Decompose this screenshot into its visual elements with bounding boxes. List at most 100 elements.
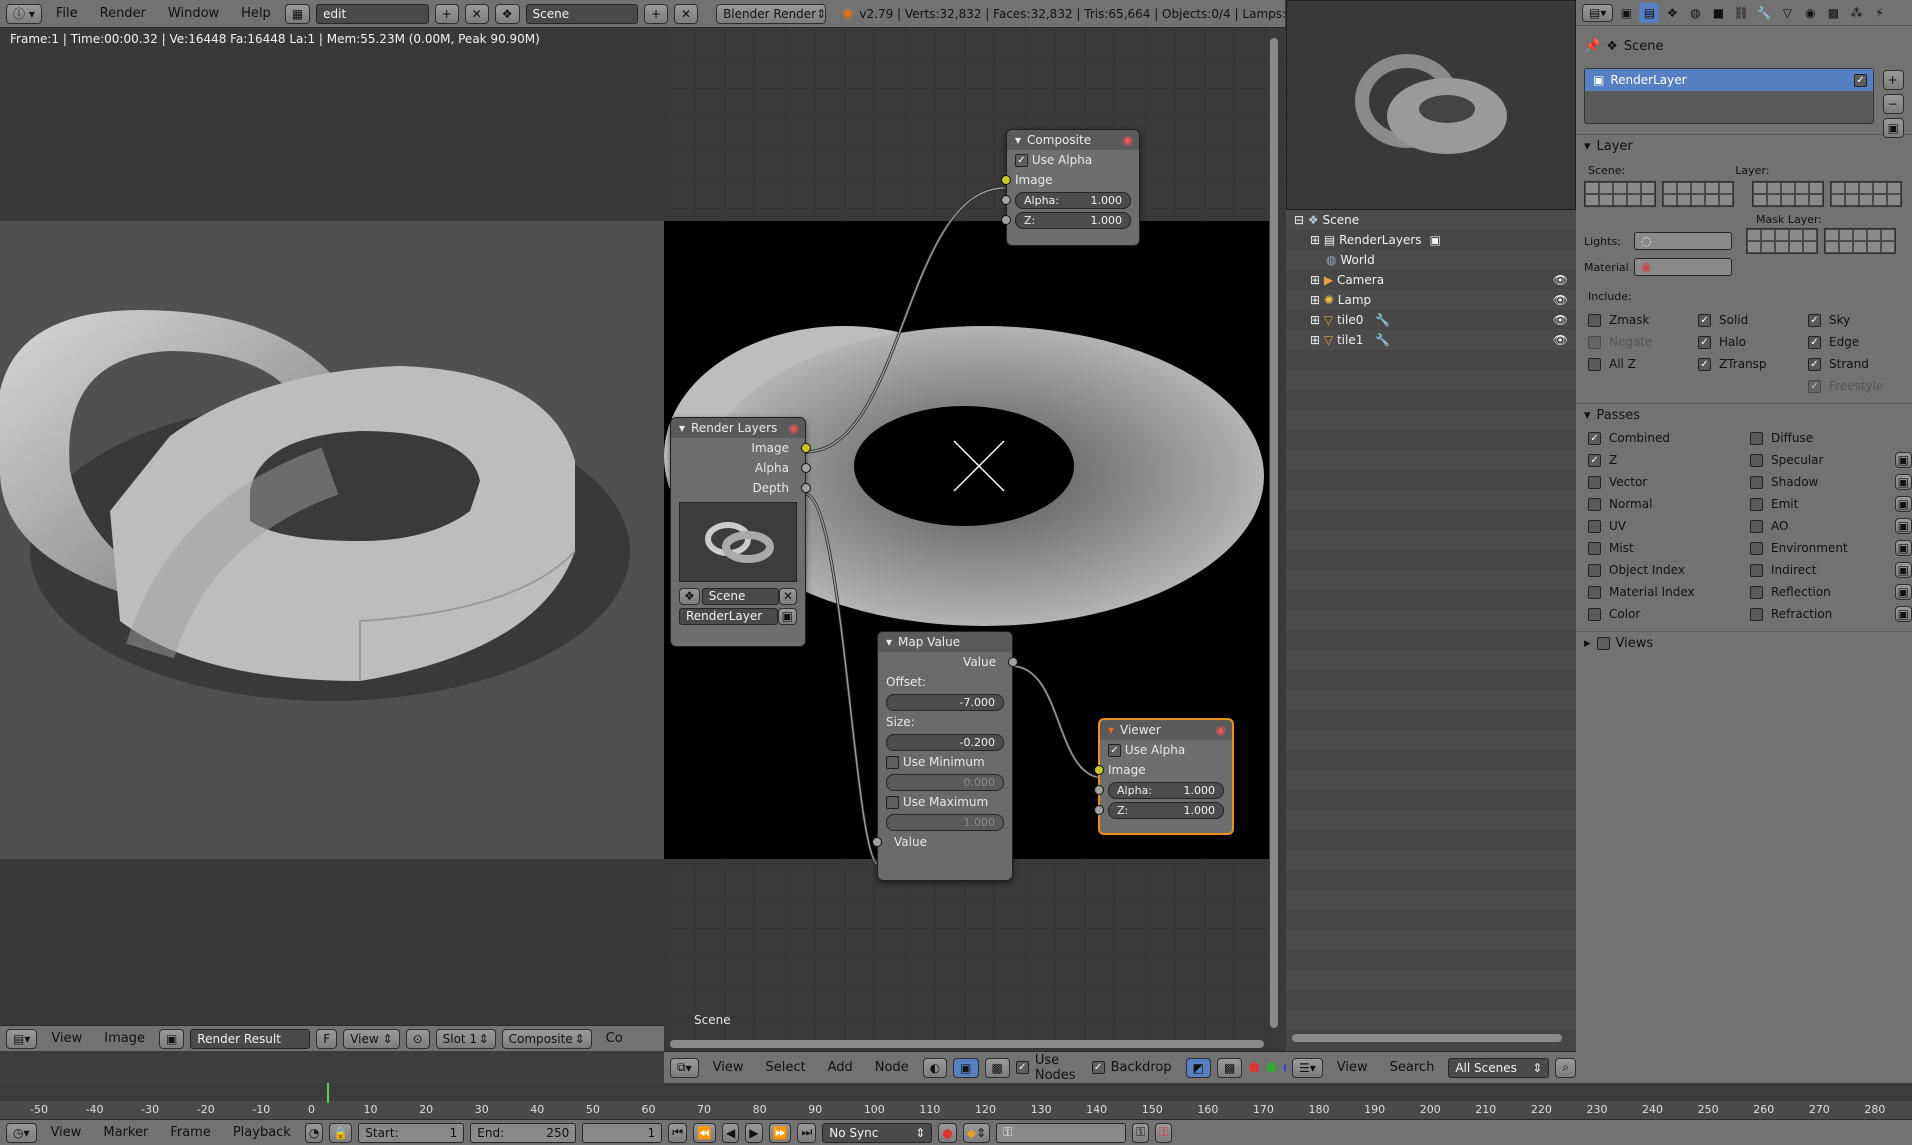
scene-layer-grid-b[interactable] [1662,181,1734,207]
menu-frame[interactable]: Frame [162,1125,219,1140]
use-min-row[interactable]: Use Minimum [878,752,1012,772]
use-max-row[interactable]: Use Maximum [878,792,1012,812]
sky-checkbox[interactable] [1808,313,1821,327]
exclude-pass-button[interactable]: ▣ [1894,584,1912,600]
alpha-field[interactable]: Alpha: 1.000 [1015,191,1131,209]
menu-window[interactable]: Window [160,6,227,21]
include-all-z[interactable]: All Z [1588,353,1698,375]
pass-environment[interactable]: Environment ▣ [1750,537,1912,559]
play-reverse-button[interactable]: ◀ [722,1122,740,1143]
expand-plus-icon[interactable]: ⊞ [1310,273,1320,287]
emit-checkbox[interactable] [1750,497,1763,511]
visibility-eye-icon[interactable]: 👁 [1553,313,1568,327]
exclude-pass-button[interactable]: ▣ [1894,540,1912,556]
fake-user-button[interactable]: F [316,1028,338,1049]
current-frame-field[interactable]: 1 [582,1122,663,1143]
remove-layout-button[interactable]: ✕ [464,3,489,24]
min-field[interactable]: 0.000 [886,773,1004,791]
alpha-field[interactable]: Alpha: 1.000 [1108,781,1224,799]
horizontal-scrollbar[interactable] [670,1040,1264,1048]
mask-layer-grid-a[interactable] [1746,228,1818,254]
expand-plus-icon[interactable]: ⊞ [1310,313,1320,327]
include-strand[interactable]: Strand [1808,353,1912,375]
outliner-scrollbar[interactable] [1292,1034,1562,1042]
halo-checkbox[interactable] [1698,335,1711,349]
image-input-socket[interactable] [1001,175,1011,185]
refraction-checkbox[interactable] [1750,607,1763,621]
clear-scene-button[interactable]: ✕ [778,587,797,605]
offset-field[interactable]: -7.000 [886,693,1004,711]
viewer-node[interactable]: ▾ Viewer ◉ Use Alpha Image Alpha: 1.000 Z: 1… [1094,718,1234,835]
pass-dropdown[interactable]: Composite ⇕ [501,1028,592,1049]
composite-node[interactable]: ▾Composite◉ Use Alpha Image Alpha:1.000 … [1001,129,1140,246]
editor-type-button[interactable]: ⧉ ▾ [670,1057,699,1078]
timeline-scroll-region[interactable] [0,1083,1912,1101]
preview-viewport[interactable] [1286,0,1576,210]
layout-name-field[interactable]: edit [316,3,429,24]
collapse-minus-icon[interactable]: ⊟ [1294,213,1304,227]
visibility-eye-icon[interactable]: 👁 [1553,333,1568,347]
image-editor[interactable]: Frame:1 | Time:00:00.32 | Ve:16448 Fa:16… [0,28,664,1051]
view-mode-dropdown[interactable]: View ⇕ [343,1028,400,1049]
exclude-pass-button[interactable]: ▣ [1894,496,1912,512]
shader-nodes-button[interactable]: ◐ [922,1057,948,1078]
sync-mode-dropdown[interactable]: No Sync ⇕ [822,1122,933,1143]
lights-field[interactable]: ◌ [1634,232,1732,250]
pivot-button[interactable]: ⊙ [405,1028,430,1049]
layout-selector[interactable]: ▦ [284,3,311,24]
outliner-row-tile0[interactable]: ⊞ ▽ tile0 🔧 👁 [1286,310,1576,330]
menu-search[interactable]: Search [1382,1060,1443,1075]
all-z-checkbox[interactable] [1588,357,1601,371]
pass-mist[interactable]: Mist [1588,537,1750,559]
pass-refraction[interactable]: Refraction ▣ [1750,603,1912,625]
slot-dropdown[interactable]: Slot 1 ⇕ [435,1028,496,1049]
reflection-checkbox[interactable] [1750,585,1763,599]
outliner-row-renderlayers[interactable]: ⊞ ▤ RenderLayers ▣ [1286,230,1576,250]
size-field[interactable]: -0.200 [886,733,1004,751]
pass-z[interactable]: Z [1588,449,1750,471]
scene-layer-grid-a[interactable] [1584,181,1656,207]
outliner-row-world[interactable]: ◍ World [1286,250,1576,270]
ztransp-checkbox[interactable] [1698,357,1711,371]
use-maximum-checkbox[interactable] [886,795,899,809]
add-layer-button[interactable]: + [1882,70,1904,90]
alpha-input-socket[interactable] [1001,195,1011,205]
material-index-checkbox[interactable] [1588,585,1601,599]
current-frame-indicator[interactable] [327,1083,329,1103]
expand-plus-icon[interactable]: ⊞ [1310,293,1320,307]
editor-type-button[interactable]: ◷ ▾ [6,1122,37,1143]
negate-checkbox[interactable] [1588,335,1601,349]
pass-object-index[interactable]: Object Index [1588,559,1750,581]
pass-vector[interactable]: Vector [1588,471,1750,493]
vertical-scrollbar[interactable] [1270,38,1278,1028]
z-field[interactable]: Z: 1.000 [1108,801,1224,819]
menu-node[interactable]: Node [867,1060,917,1075]
render-layers-node[interactable]: ▾ Render Layers ◉ Image Alpha Depth ❖ Scene… [670,417,811,647]
layer-options-button[interactable]: ▣ [1882,118,1904,138]
viewer-use-alpha-row[interactable]: Use Alpha [1100,740,1232,760]
texture-tab-icon[interactable]: ▩ [1823,3,1843,23]
physics-tab-icon[interactable]: ⚡ [1869,3,1889,23]
end-frame-field[interactable]: End: 250 [470,1122,577,1143]
pass-material-index[interactable]: Material Index [1588,581,1750,603]
pass-ao[interactable]: AO ▣ [1750,515,1912,537]
menu-view[interactable]: View [43,1031,90,1046]
exclude-pass-button[interactable]: ▣ [1894,518,1912,534]
alpha-output-socket[interactable] [801,463,811,473]
use-nodes-checkbox[interactable] [1015,1061,1029,1074]
timeline[interactable]: -50 -40 -30 -20 -10 0 10 20 30 40 50 60 70 80 90 100 110… [0,1083,1912,1119]
next-keyframe-button[interactable]: ⏩ [768,1122,792,1143]
pass-reflection[interactable]: Reflection ▣ [1750,581,1912,603]
delete-keyframe-button[interactable]: ⚿ [1155,1122,1173,1143]
expand-plus-icon[interactable]: ⊞ [1310,333,1320,347]
preview-range-button[interactable]: ◔ [304,1122,324,1143]
visibility-eye-icon[interactable]: 👁 [1553,273,1568,287]
prev-keyframe-button[interactable]: ⏪ [693,1122,717,1143]
specular-checkbox[interactable] [1750,453,1763,467]
scene-name-field[interactable]: Scene [525,3,638,24]
outliner-row-scene[interactable]: ⊟ ❖ Scene [1286,210,1576,230]
include-edge[interactable]: Edge [1808,331,1912,353]
lock-range-button[interactable]: 🔒 [329,1122,353,1143]
menu-marker[interactable]: Marker [95,1125,156,1140]
remove-layer-button[interactable]: − [1882,94,1904,114]
